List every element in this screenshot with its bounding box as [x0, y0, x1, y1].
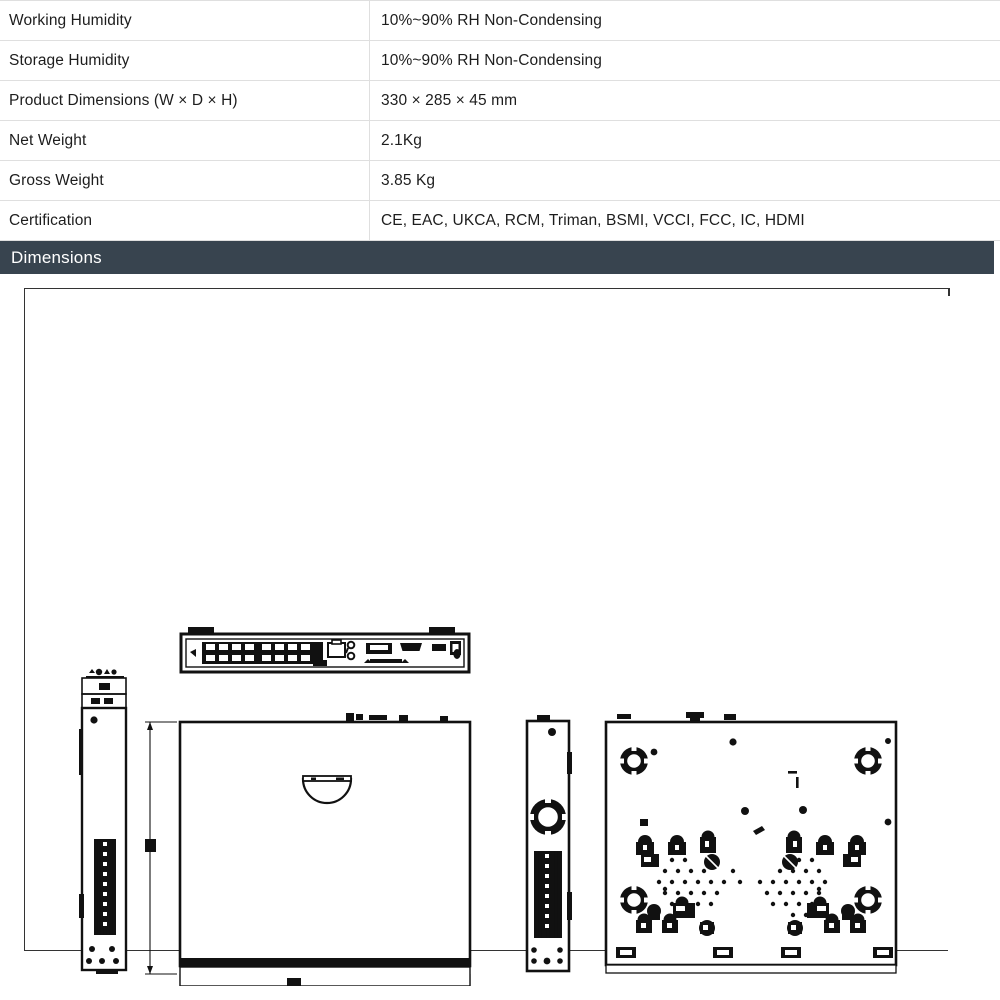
table-row: Working Humidity 10%~90% RH Non-Condensi… [0, 0, 1000, 41]
section-header-dimensions: Dimensions [0, 241, 994, 274]
spec-label: Gross Weight [0, 160, 370, 201]
spec-label: Storage Humidity [0, 40, 370, 81]
specification-table-body: Working Humidity 10%~90% RH Non-Condensi… [0, 0, 1000, 241]
spec-label: Certification [0, 200, 370, 241]
table-row: Net Weight 2.1Kg [0, 120, 1000, 161]
hdmi-port-icon [400, 643, 422, 651]
spec-value: 2.1Kg [369, 120, 1000, 161]
spec-value: 10%~90% RH Non-Condensing [369, 0, 1000, 41]
table-row: Certification CE, EAC, UKCA, RCM, Triman… [0, 200, 1000, 241]
spec-label: Working Humidity [0, 0, 370, 41]
usb-port-icon [432, 644, 446, 651]
table-row: Storage Humidity 10%~90% RH Non-Condensi… [0, 40, 1000, 81]
table-row: Product Dimensions (W × D × H) 330 × 285… [0, 80, 1000, 121]
rear-panel-view [179, 627, 471, 674]
left-side-view [79, 668, 128, 974]
spec-value: 10%~90% RH Non-Condensing [369, 40, 1000, 81]
bottom-view [604, 712, 898, 974]
table-row: Gross Weight 3.85 Kg [0, 160, 1000, 201]
right-side-view [525, 715, 572, 973]
product-dimensions-drawing [79, 627, 898, 986]
spec-value: 330 × 285 × 45 mm [369, 80, 1000, 121]
specification-table: Working Humidity 10%~90% RH Non-Condensi… [0, 0, 1000, 241]
spec-label: Net Weight [0, 120, 370, 161]
spec-label: Product Dimensions (W × D × H) [0, 80, 370, 121]
spec-value: 3.85 Kg [369, 160, 1000, 201]
depth-dimension-label [145, 839, 156, 852]
dimensions-drawing-area [0, 274, 1000, 986]
rj45-port-icon [327, 639, 346, 658]
section-header-label: Dimensions [11, 248, 102, 267]
vga-port-icon [366, 643, 392, 654]
top-view [145, 713, 472, 986]
spec-value: CE, EAC, UKCA, RCM, Triman, BSMI, VCCI, … [369, 200, 1000, 241]
